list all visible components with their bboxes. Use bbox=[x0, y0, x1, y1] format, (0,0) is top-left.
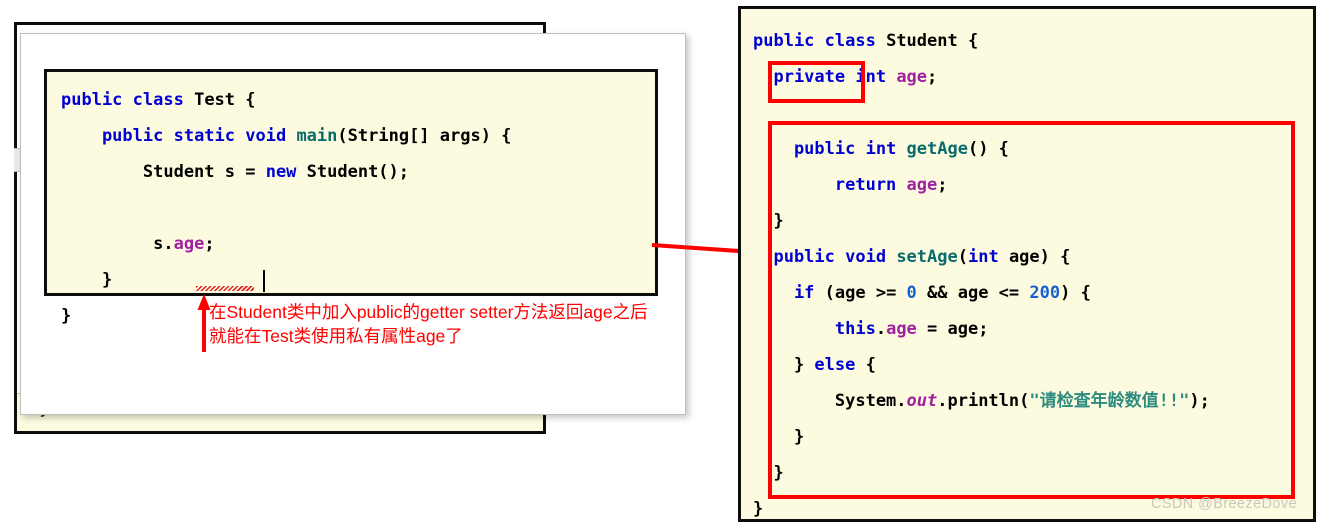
code-token: void bbox=[245, 126, 297, 146]
code-line: public class Student { bbox=[753, 23, 1210, 59]
code-token: public bbox=[61, 90, 133, 110]
code-token: Student(); bbox=[306, 162, 410, 182]
chinese-annotation-text: 在Student类中加入public的getter setter方法返回age之… bbox=[209, 300, 648, 348]
left-code-window-stack: } public class Test { public static void… bbox=[0, 0, 700, 528]
test-class-code-text: public class Test { public static void m… bbox=[61, 82, 511, 334]
code-token: age bbox=[173, 234, 205, 254]
text-caret bbox=[263, 270, 265, 292]
getter-setter-methods-highlight-box bbox=[768, 121, 1295, 499]
code-token: public bbox=[61, 126, 174, 146]
test-class-code-editor[interactable]: public class Test { public static void m… bbox=[44, 69, 658, 352]
private-keyword-highlight-box bbox=[768, 61, 865, 103]
annotation-line-2: 就能在Test类使用私有属性age了 bbox=[209, 326, 463, 346]
code-line: public class Test { bbox=[61, 82, 511, 118]
watermark-label: CSDN @BreezeDove bbox=[1150, 496, 1297, 512]
code-token: s. bbox=[153, 234, 174, 254]
code-token: String bbox=[347, 126, 410, 146]
code-token: { bbox=[235, 90, 256, 110]
code-token: Student bbox=[886, 31, 958, 51]
code-token: Test bbox=[194, 90, 236, 110]
annotation-line-1: 在Student类中加入public的getter setter方法返回age之… bbox=[209, 302, 648, 322]
code-token: } bbox=[61, 270, 113, 290]
code-token: public bbox=[753, 31, 825, 51]
code-token: { bbox=[957, 31, 979, 51]
code-token: [] args) { bbox=[409, 126, 512, 146]
code-token: ; bbox=[204, 234, 215, 254]
code-token: ; bbox=[927, 67, 938, 87]
code-line: Student s = new Student(); bbox=[61, 154, 511, 190]
code-token: } bbox=[753, 499, 764, 519]
student-class-code-editor[interactable]: public class Student { private int age; … bbox=[738, 6, 1316, 522]
code-token: ( bbox=[337, 126, 348, 146]
code-token: class bbox=[824, 31, 887, 51]
code-line: } bbox=[61, 262, 511, 298]
error-squiggle-underline bbox=[196, 286, 254, 291]
code-token: class bbox=[132, 90, 195, 110]
code-token: static bbox=[173, 126, 246, 146]
code-line: s.age; bbox=[61, 226, 511, 262]
code-token: new bbox=[265, 162, 307, 182]
code-line: public static void main(String[] args) { bbox=[61, 118, 511, 154]
code-token: age bbox=[896, 67, 928, 87]
code-token: Student s = bbox=[61, 162, 266, 182]
code-token: main bbox=[296, 126, 338, 146]
code-token: } bbox=[61, 306, 72, 326]
